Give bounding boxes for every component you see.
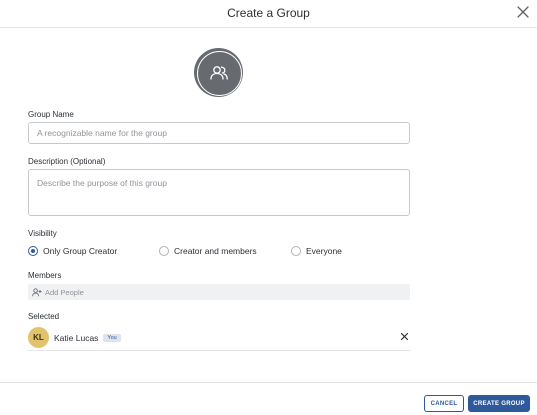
group-avatar[interactable] xyxy=(194,48,243,97)
group-people-icon xyxy=(209,65,228,80)
description-label: Description (Optional) xyxy=(28,157,106,166)
visibility-option-creator-members[interactable]: Creator and members xyxy=(159,246,257,256)
dialog-footer: CANCEL CREATE GROUP xyxy=(0,382,537,415)
visibility-option-everyone[interactable]: Everyone xyxy=(291,246,342,256)
cancel-button[interactable]: CANCEL xyxy=(424,395,464,412)
radio-unchecked-icon[interactable] xyxy=(159,246,169,256)
add-people-field[interactable] xyxy=(28,284,410,300)
group-name-label: Group Name xyxy=(28,110,74,119)
description-textarea[interactable] xyxy=(28,169,410,216)
members-label: Members xyxy=(28,271,62,280)
create-group-button[interactable]: CREATE GROUP xyxy=(468,395,530,412)
radio-label: Everyone xyxy=(306,246,342,256)
avatar: KL xyxy=(28,327,49,348)
add-people-input[interactable] xyxy=(45,287,385,297)
visibility-option-only-creator[interactable]: Only Group Creator xyxy=(28,246,117,256)
radio-label: Only Group Creator xyxy=(43,246,118,256)
dialog-title: Create a Group xyxy=(227,6,310,20)
group-name-input[interactable] xyxy=(28,122,410,144)
selected-label: Selected xyxy=(28,312,60,321)
selected-member-row: KL Katie Lucas You xyxy=(28,325,410,351)
remove-member-icon[interactable] xyxy=(400,332,409,341)
radio-unchecked-icon[interactable] xyxy=(291,246,301,256)
add-person-icon xyxy=(32,287,42,296)
radio-label: Creator and members xyxy=(174,246,257,256)
visibility-label: Visibility xyxy=(28,229,57,238)
close-icon[interactable] xyxy=(516,5,530,19)
you-badge: You xyxy=(103,333,121,342)
member-name: Katie Lucas xyxy=(54,332,99,343)
dialog-header: Create a Group xyxy=(0,0,537,28)
radio-checked-icon[interactable] xyxy=(28,246,38,256)
